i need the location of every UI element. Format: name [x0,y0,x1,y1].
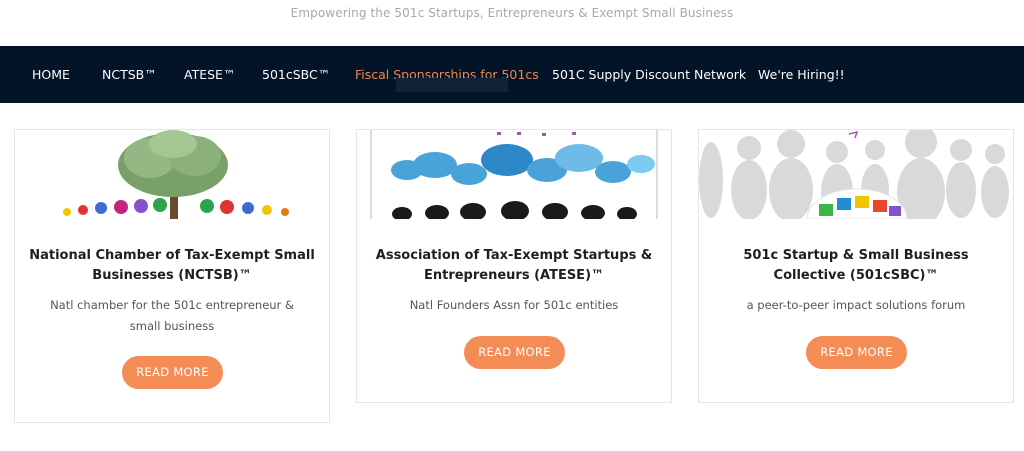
read-more-button[interactable]: READ MORE [122,356,223,389]
site-tagline: Empowering the 501c Startups, Entreprene… [290,6,734,20]
read-more-button[interactable]: READ MORE [464,336,565,369]
figures-puzzle-image [699,130,1013,219]
card-title: Association of Tax-Exempt Startups & Ent… [375,248,653,283]
nav-item-supply-discount-network[interactable]: 501C Supply Discount Network [552,67,746,82]
card-atese: Association of Tax-Exempt Startups & Ent… [356,129,672,403]
read-more-button[interactable]: READ MORE [806,336,907,369]
card-description: a peer-to-peer impact solutions forum [746,298,966,312]
nav-item-501csbc[interactable]: 501cSBC™ [262,67,330,82]
nav-item-nctsb[interactable]: NCTSB™ [102,67,157,82]
nav-item-home[interactable]: HOME [32,67,70,82]
main-navbar: HOME NCTSB™ ATESE™ 501cSBC™ Fiscal Spons… [0,46,1024,103]
nav-submenu-hint [396,78,508,92]
speech-bubbles-image [357,130,671,219]
money-tree-image [15,130,329,219]
card-title: 501c Startup & Small Business Collective… [743,248,969,283]
card-title: National Chamber of Tax-Exempt Small Bus… [29,248,315,283]
card-nctsb: National Chamber of Tax-Exempt Small Bus… [14,129,330,423]
card-description: Natl Founders Assn for 501c entities [409,298,619,312]
card-description: Natl chamber for the 501c entrepreneur &… [50,298,294,333]
nav-item-hiring[interactable]: We're Hiring!! [758,67,845,82]
card-501csbc: 501c Startup & Small Business Collective… [698,129,1014,403]
nav-item-atese[interactable]: ATESE™ [184,67,235,82]
